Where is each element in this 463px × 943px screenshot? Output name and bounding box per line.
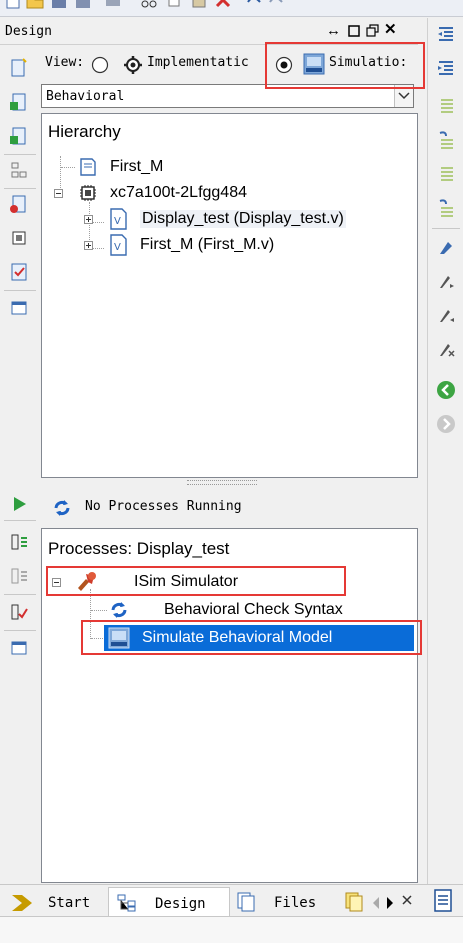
right-toolbar <box>427 18 463 888</box>
indent-right-icon[interactable] <box>436 58 456 78</box>
clear-bookmarks-icon[interactable] <box>436 340 456 360</box>
scroll-right-icon[interactable] <box>384 895 396 911</box>
cut-icon[interactable] <box>140 0 158 10</box>
process-status: No Processes Running <box>41 492 418 522</box>
design-panel-titlebar: Design ↔ ✕ <box>0 18 418 45</box>
tree-item-label: xc7a100t-2Lfgg484 <box>110 184 247 201</box>
paste-icon[interactable] <box>190 0 208 10</box>
uncomment-toggle-icon[interactable] <box>436 198 456 218</box>
processes-header: Processes: Display_test <box>48 539 230 558</box>
tab-label: Files <box>274 895 317 911</box>
svg-text:V: V <box>114 242 121 253</box>
view-label: View: <box>45 55 85 70</box>
verilog-file-icon: V <box>110 234 127 256</box>
scroll-left-icon[interactable] <box>370 895 382 911</box>
prev-bookmark-icon[interactable] <box>436 306 456 326</box>
start-arrow-icon <box>12 895 32 911</box>
remove-source-icon[interactable] <box>9 194 29 214</box>
process-properties-icon[interactable] <box>9 532 29 552</box>
copy-icon[interactable] <box>166 0 184 10</box>
go-forward-icon[interactable] <box>436 414 456 434</box>
maximize-icon[interactable] <box>348 25 360 37</box>
top-toolbar <box>0 0 463 17</box>
chip-icon <box>80 185 96 201</box>
tree-item-label: First_M <box>110 158 164 175</box>
close-icon[interactable]: ✕ <box>384 20 397 38</box>
refresh-icon <box>54 500 70 516</box>
save-all-icon[interactable] <box>74 0 92 10</box>
expand-icon[interactable] <box>84 215 93 224</box>
redo-icon[interactable] <box>268 0 286 10</box>
panel-tabs: Start Design Files <box>0 884 463 918</box>
implementation-gear-icon <box>124 56 142 74</box>
open-folder-icon[interactable] <box>26 0 44 10</box>
console-strip <box>0 916 463 943</box>
verilog-file-icon: V <box>110 208 127 230</box>
collapse-icon[interactable] <box>54 189 63 198</box>
new-file-icon[interactable] <box>4 0 22 10</box>
expand-icon[interactable] <box>84 241 93 250</box>
close-tab-icon[interactable] <box>400 893 414 911</box>
comment-lines-icon[interactable] <box>436 96 456 116</box>
run-icon[interactable] <box>9 494 29 514</box>
add-copy-source-icon[interactable] <box>9 126 29 146</box>
hierarchy-header: Hierarchy <box>48 122 121 141</box>
mode-select-value: Behavioral <box>46 89 125 104</box>
svg-text:V: V <box>114 216 121 227</box>
panel-title: Design <box>5 24 52 39</box>
annotation-box-simulate <box>81 620 422 655</box>
restore-icon[interactable] <box>366 24 379 37</box>
checklist-icon[interactable] <box>9 262 29 282</box>
tab-design[interactable]: Design <box>108 887 230 918</box>
hierarchy-panel: Hierarchy First_M xc7a100t-2Lfgg484 V Di… <box>41 113 418 478</box>
hierarchy-view-icon[interactable] <box>9 160 29 180</box>
left-toolbar <box>0 46 40 884</box>
new-source-icon[interactable] <box>9 58 29 78</box>
refresh-icon <box>111 602 127 618</box>
tab-label: Design <box>155 896 206 912</box>
print-icon[interactable] <box>104 0 122 10</box>
undo-icon[interactable] <box>244 0 262 10</box>
process-status-text: No Processes Running <box>85 499 242 514</box>
comment-toggle-icon[interactable] <box>436 130 456 150</box>
add-source-icon[interactable] <box>9 92 29 112</box>
bookmark-icon[interactable] <box>436 238 456 258</box>
annotation-box-isim <box>46 566 346 596</box>
panel-splitter[interactable] <box>41 478 418 486</box>
files-icon <box>237 892 255 912</box>
tree-item-label: Behavioral Check Syntax <box>164 601 343 618</box>
module-icon <box>80 158 96 176</box>
tree-item-label: Display_test (Display_test.v) <box>140 210 346 228</box>
float-icon[interactable]: ↔ <box>326 22 341 39</box>
next-bookmark-icon[interactable] <box>436 272 456 292</box>
go-back-icon[interactable] <box>436 380 456 400</box>
tab-start[interactable]: Start <box>8 889 106 917</box>
libraries-tab-icon[interactable] <box>344 891 366 913</box>
process-check-icon[interactable] <box>9 602 29 622</box>
implementation-radio[interactable] <box>91 56 109 74</box>
tab-files[interactable]: Files <box>234 889 334 917</box>
indent-left-icon[interactable] <box>436 24 456 44</box>
chip-settings-icon[interactable] <box>9 228 29 248</box>
annotation-box-simulation <box>265 42 425 89</box>
process-disabled-icon[interactable] <box>9 566 29 586</box>
uncomment-lines-icon[interactable] <box>436 164 456 184</box>
tree-item-label: First_M (First_M.v) <box>140 236 275 253</box>
panel-layout-icon[interactable] <box>9 638 29 658</box>
tree-item-display-test[interactable]: V Display_test (Display_test.v) <box>82 208 416 230</box>
implementation-option-label[interactable]: Implementatic <box>147 55 273 70</box>
design-hierarchy-icon <box>117 894 136 912</box>
save-icon[interactable] <box>50 0 68 10</box>
delete-icon[interactable] <box>214 0 232 10</box>
tab-label: Start <box>48 895 91 911</box>
document-icon[interactable] <box>432 889 456 913</box>
panel-layout-icon[interactable] <box>9 298 29 318</box>
